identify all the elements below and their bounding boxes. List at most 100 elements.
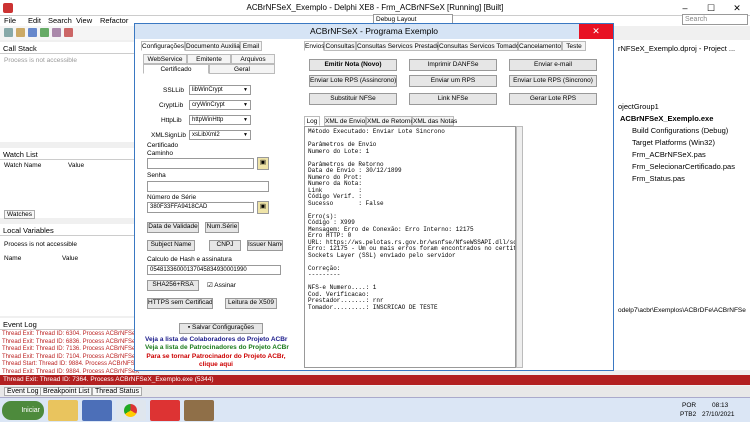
tab-teste[interactable]: Teste	[562, 41, 586, 51]
event-log-line: Thread Exit: Thread ID: 7136. Process AC…	[2, 346, 140, 352]
caminho-label: Caminho	[147, 150, 174, 157]
clock-date[interactable]: 27/10/2021	[702, 411, 735, 418]
explorer-task-icon[interactable]	[48, 400, 78, 421]
open-icon[interactable]	[16, 28, 25, 37]
form-close-button[interactable]: ✕	[579, 24, 613, 39]
tab-geral[interactable]: Geral	[209, 64, 275, 74]
new-icon[interactable]	[4, 28, 13, 37]
event-log-line: Thread Exit: Thread ID: 6836. Process AC…	[2, 338, 140, 345]
save-all-icon[interactable]	[40, 28, 49, 37]
tree-item-target-platforms[interactable]: Target Platforms (Win32)	[632, 138, 715, 147]
tab-event-log[interactable]: Event Log	[4, 387, 42, 396]
browse-folder-button[interactable]: ▣	[257, 157, 269, 170]
tornar-patrocinador-link[interactable]: Para se tornar Patrocinador do Projeto A…	[141, 353, 291, 368]
keyboard-indicator[interactable]: PTB2	[680, 411, 696, 418]
tree-item-frm-status[interactable]: Frm_Status.pas	[632, 174, 685, 183]
caminho-input[interactable]	[147, 158, 254, 169]
tab-cancelamento[interactable]: Cancelamento	[518, 41, 562, 51]
xmlsignlib-select[interactable]: xsLibXml2 ▼	[189, 130, 251, 140]
emitir-nota-button[interactable]: Emitir Nota (Novo)	[309, 59, 397, 71]
tab-documento-auxiliar[interactable]: Documento Auxiliar	[185, 41, 242, 51]
log-scrollbar[interactable]	[516, 126, 523, 368]
enviar-um-rps-button[interactable]: Enviar um RPS	[409, 75, 497, 87]
watch-col-value: Value	[68, 162, 85, 169]
search-input[interactable]: Search	[682, 14, 748, 25]
chrome-icon	[124, 404, 137, 417]
https-sem-certificado-button[interactable]: HTTPS sem Certificado	[147, 298, 213, 309]
menu-search[interactable]: Search	[48, 16, 72, 25]
tab-breakpoint-list[interactable]: Breakpoint List	[40, 387, 93, 396]
num-serie-button[interactable]: Num.Série	[205, 222, 239, 233]
patrocinadores-link[interactable]: Veja a lista de Patrocinadores do Projet…	[145, 344, 289, 351]
bottom-tabs: Event Log Breakpoint List Thread Status	[0, 386, 750, 397]
tab-configuracoes[interactable]: Configurações	[141, 41, 185, 51]
tree-item-build-config[interactable]: Build Configurations (Debug)	[632, 126, 728, 135]
enviar-email-button[interactable]: Enviar e-mail	[509, 59, 597, 71]
gerar-lote-rps-button[interactable]: Gerar Lote RPS	[509, 93, 597, 105]
clock-time[interactable]: 08:13	[712, 402, 728, 409]
menu-view[interactable]: View	[76, 16, 92, 25]
menu-edit[interactable]: Edit	[28, 16, 41, 25]
delphi-task-icon[interactable]	[150, 400, 180, 421]
cryptlib-select[interactable]: cryWinCrypt ▼	[189, 100, 251, 110]
tab-log[interactable]: Log	[304, 116, 320, 126]
colaboradores-link[interactable]: Veja a lista de Colaboradores do Projeto…	[145, 336, 287, 343]
tree-item-exe[interactable]: ACBrNFSeX_Exemplo.exe	[620, 114, 713, 123]
tree-item-frm-selecionar[interactable]: Frm_SelecionarCertificado.pas	[632, 162, 735, 171]
stop-icon[interactable]	[64, 28, 73, 37]
select-certificate-button[interactable]: ▣	[257, 201, 269, 214]
log-memo[interactable]: Método Executado: Enviar Lote Sincrono P…	[304, 126, 516, 368]
terminal-task-icon[interactable]	[82, 400, 112, 421]
watches-tab[interactable]: Watches	[4, 210, 36, 219]
enviar-lote-sincrono-button[interactable]: Enviar Lote RPS (Sincrono)	[509, 75, 597, 87]
tab-consultas-tomados[interactable]: Consultas Servicos Tomados	[438, 41, 523, 51]
ssllib-select[interactable]: libWinCrypt ▼	[189, 85, 251, 95]
event-log-selected-line[interactable]: Thread Exit: Thread ID: 7364. Process AC…	[0, 375, 750, 385]
menu-refactor[interactable]: Refactor	[100, 16, 128, 25]
save-icon[interactable]	[28, 28, 37, 37]
tab-consultas[interactable]: Consultas	[324, 41, 356, 51]
tab-xml-envio[interactable]: XML de Envio	[324, 116, 366, 126]
cryptlib-label: CryptLib	[159, 102, 184, 109]
assinar-label: Assinar	[214, 282, 236, 289]
tab-emitente[interactable]: Emitente	[187, 54, 231, 64]
cryptlib-value: cryWinCrypt	[192, 102, 225, 108]
leitura-x509-button[interactable]: Leitura de X509	[225, 298, 277, 309]
issuer-name-button[interactable]: Issuer Name	[247, 240, 283, 251]
chevron-down-icon: ▼	[243, 132, 248, 138]
link-nfse-button[interactable]: Link NFSe	[409, 93, 497, 105]
imprimir-danfse-button[interactable]: Imprimir DANFSe	[409, 59, 497, 71]
tab-email[interactable]: Email	[240, 41, 262, 51]
tree-item-frm-acbrnfsex[interactable]: Frm_ACBrNFSeX.pas	[632, 150, 706, 159]
assinar-checkbox[interactable]: ☑ Assinar	[207, 281, 236, 289]
tab-xml-retorno[interactable]: XML de Retorno	[366, 116, 414, 126]
senha-input[interactable]	[147, 181, 269, 192]
tab-certificado[interactable]: Certificado	[143, 64, 209, 74]
chrome-task-icon[interactable]	[116, 400, 146, 421]
menu-file[interactable]: File	[4, 16, 16, 25]
tab-xml-notas[interactable]: XML das Notas	[412, 116, 457, 126]
save-icon: ▪	[187, 324, 191, 331]
tab-consultas-prestados[interactable]: Consultas Servicos Prestados	[356, 41, 444, 51]
enviar-lote-assincrono-button[interactable]: Enviar Lote RPS (Assincrono)	[309, 75, 397, 87]
language-indicator[interactable]: POR	[682, 402, 696, 409]
tab-webservice[interactable]: WebService	[143, 54, 187, 64]
start-button[interactable]: Iniciar	[2, 401, 44, 420]
run-icon[interactable]	[52, 28, 61, 37]
sha256-button[interactable]: SHA256+RSA	[147, 280, 199, 291]
tab-arquivos[interactable]: Arquivos	[231, 54, 275, 64]
app-task-icon[interactable]	[184, 400, 214, 421]
tab-thread-status[interactable]: Thread Status	[92, 387, 142, 396]
subject-name-button[interactable]: Subject Name	[147, 240, 195, 251]
httplib-label: HttpLib	[161, 117, 182, 124]
hash-input[interactable]: 05481336000137045834930001990	[147, 265, 281, 275]
httplib-select[interactable]: httpWinHttp ▼	[189, 115, 251, 125]
data-validade-button[interactable]: Data de Validade	[147, 222, 199, 233]
locals-panel: Local Variables Process is not accessibl…	[0, 224, 134, 316]
project-group[interactable]: ojectGroup1	[618, 102, 659, 111]
cnpj-button[interactable]: CNPJ	[209, 240, 241, 251]
serie-input[interactable]: 380F33FFA9418CAD	[147, 202, 254, 213]
substituir-nfse-button[interactable]: Substituir NFSe	[309, 93, 397, 105]
tab-envios[interactable]: Envios	[304, 41, 325, 51]
salvar-configuracoes-button[interactable]: ▪ Salvar Configurações	[179, 323, 263, 334]
